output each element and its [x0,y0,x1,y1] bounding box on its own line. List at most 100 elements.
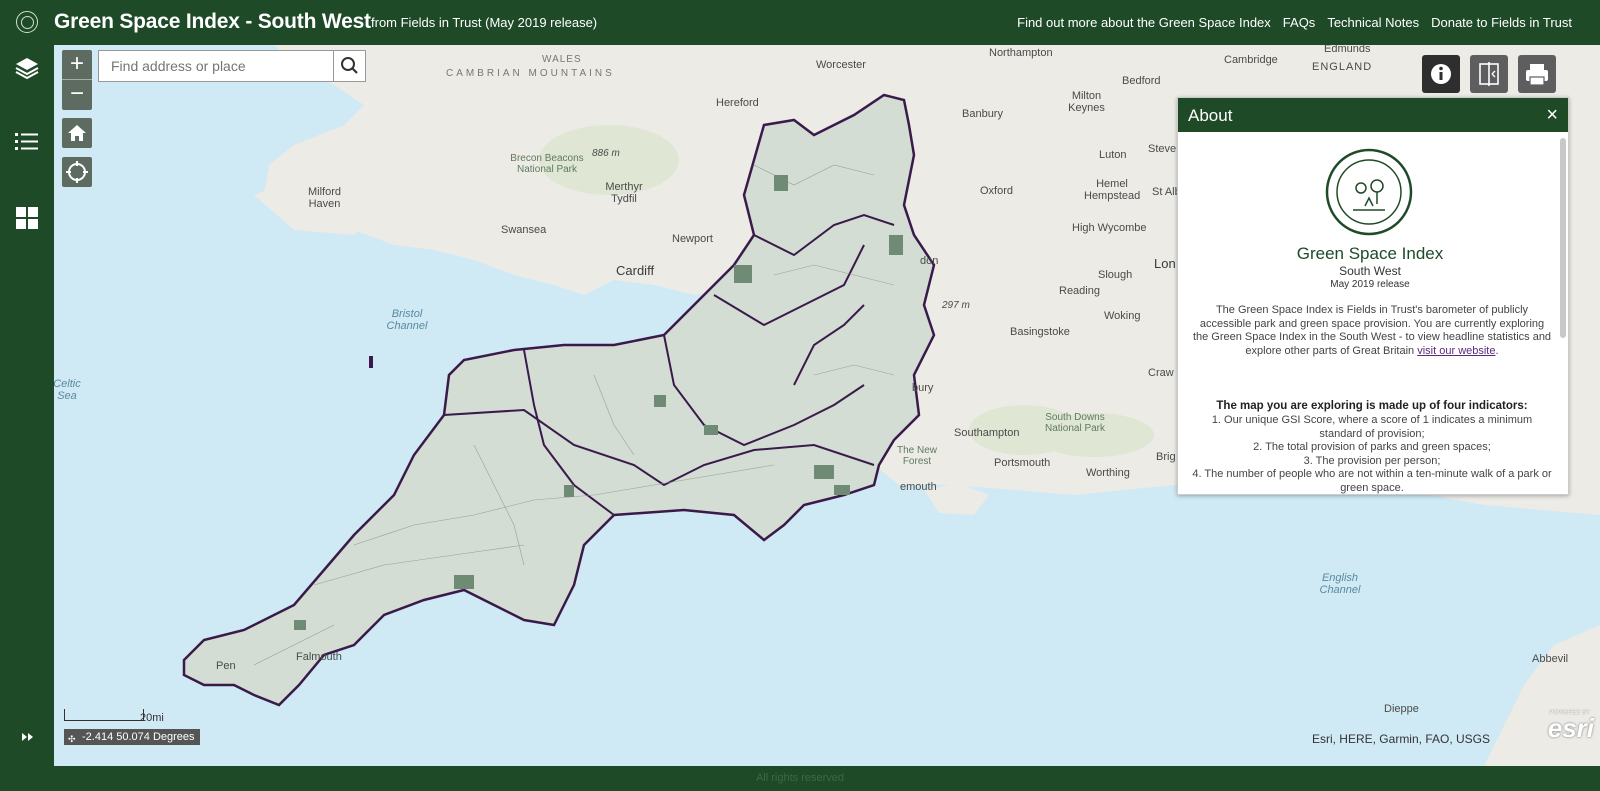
label-southampton: Southampton [954,427,1020,439]
app-title: Green Space Index - South West [54,10,371,33]
label-cambrian-mountains: CAMBRIAN MOUNTAINS [446,68,615,79]
zoom-control: + − [62,50,92,110]
label-bedford: Bedford [1122,75,1161,87]
label-abbeville: Abbevil [1532,653,1569,665]
indicators-heading: The map you are exploring is made up of … [1216,400,1528,412]
locate-button[interactable] [62,157,92,187]
map-attribution: Esri, HERE, Garmin, FAO, USGS [1311,732,1490,746]
label-hemel-hempstead: Hemel Hempstead [1084,178,1141,202]
coordinate-readout: ✣ -2.414 50.074 Degrees [64,729,200,745]
label-south-downs: South Downs National Park [1044,412,1106,434]
visit-website-link[interactable]: visit our website [1417,345,1495,357]
scale-label: 20mi [140,712,164,724]
gsi-region: South West [1339,264,1401,278]
zoom-out-button[interactable]: − [62,80,92,110]
label-craw: Craw [1148,367,1174,379]
indicators-list: 1. Our unique GSI Score, where a score o… [1192,414,1552,494]
apps-grid-icon[interactable] [14,205,40,231]
search-button[interactable] [333,51,365,81]
label-cardiff: Cardiff [616,263,655,278]
label-hereford: Hereford [716,97,759,109]
label-milford-haven: Milford Haven [307,186,341,210]
print-button[interactable] [1518,55,1556,93]
label-edmunds: Edmunds [1324,45,1371,55]
label-oxford: Oxford [980,185,1014,197]
label-cambridge: Cambridge [1224,54,1278,66]
gsi-release-date: May 2019 release [1330,279,1410,290]
label-brig: Brig [1156,451,1176,463]
search-input[interactable] [99,51,334,81]
label-emouth: emouth [900,481,937,493]
about-panel-header: About × [1178,98,1568,132]
label-celtic-sea: Celtic Sea [54,378,81,402]
fields-in-trust-emblem [1325,148,1413,236]
label-portsmouth: Portsmouth [994,457,1051,469]
label-basingstoke: Basingstoke [1010,326,1070,338]
home-icon [68,125,86,141]
print-icon [1526,64,1548,86]
label-steve: Steve [1148,143,1177,155]
about-paragraph-end: . [1495,344,1499,357]
label-bristol-channel: Bristol Channel [386,308,428,332]
footer-text: All rights reserved [755,772,845,784]
label-woking: Woking [1104,310,1141,322]
link-find-out-more[interactable]: Find out more about the Green Space Inde… [1017,15,1271,30]
label-merthyr-tydfil: Merthyr Tydfil [605,181,643,205]
label-dieppe: Dieppe [1384,703,1419,715]
label-milton-keynes: Milton Keynes [1068,90,1105,114]
fields-in-trust-logo [16,11,38,33]
label-brecon-beacons: Brecon Beacons National Park [510,153,584,175]
expand-icon[interactable] [20,729,36,745]
label-slough: Slough [1098,269,1133,281]
layers-icon[interactable] [14,55,40,81]
label-banbury: Banbury [962,108,1003,120]
about-title: About [1188,106,1233,125]
label-reading: Reading [1059,285,1100,297]
about-panel: About × Green Space Index South West May… [1177,97,1569,495]
about-panel-body[interactable]: Green Space Index South West May 2019 re… [1178,132,1558,494]
header-links: Find out more about the Green Space Inde… [1017,15,1572,30]
label-lon: Lon [1154,256,1176,271]
label-new-forest: The New Forest [896,445,937,467]
info-button[interactable] [1422,55,1460,93]
link-technical-notes[interactable]: Technical Notes [1327,15,1419,30]
app-header: Green Space Index - South West from Fiel… [0,0,1600,45]
label-worthing: Worthing [1086,467,1130,479]
label-england: ENGLAND [1312,61,1373,73]
coordinate-value: -2.414 50.074 Degrees [82,731,195,743]
zoom-in-button[interactable]: + [62,50,92,80]
app-subtitle: from Fields in Trust (May 2019 release) [371,15,598,30]
label-falmouth: Falmouth [296,651,342,663]
label-high-wycombe: High Wycombe [1072,222,1147,234]
label-bury: bury [912,382,934,394]
scale-bar [64,709,144,721]
label-worcester: Worcester [816,59,866,71]
label-luton: Luton [1099,149,1127,161]
label-newport: Newport [672,233,713,245]
indicator-item: 3. The provision per person; [1303,454,1441,467]
gsi-title: Green Space Index [1296,244,1444,263]
label-northampton: Northampton [989,47,1053,59]
label-english-channel: English Channel [1319,572,1361,596]
search-icon [341,57,358,74]
close-icon[interactable]: × [1546,104,1558,127]
indicator-item: 4. The number of people who are not with… [1192,468,1552,494]
compare-icon [1479,62,1499,86]
sidebar [0,45,54,766]
label-swansea: Swansea [501,224,547,236]
label-don: don [920,255,939,267]
esri-logo[interactable]: esri [1548,713,1594,744]
label-elev-886: 886 m [592,148,620,159]
link-faqs[interactable]: FAQs [1283,15,1316,30]
compare-button[interactable] [1470,55,1508,93]
about-scrollbar[interactable] [1560,138,1566,338]
home-button[interactable] [62,118,92,148]
link-donate[interactable]: Donate to Fields in Trust [1431,15,1572,30]
info-icon [1431,64,1451,84]
crosshair-icon[interactable]: ✣ [68,731,76,747]
about-paragraph: The Green Space Index is Fields in Trust… [1192,304,1552,358]
label-pen: Pen [216,660,236,672]
locate-icon [66,161,88,183]
indicator-item: 2. The total provision of parks and gree… [1253,441,1491,453]
legend-icon[interactable] [14,129,40,155]
